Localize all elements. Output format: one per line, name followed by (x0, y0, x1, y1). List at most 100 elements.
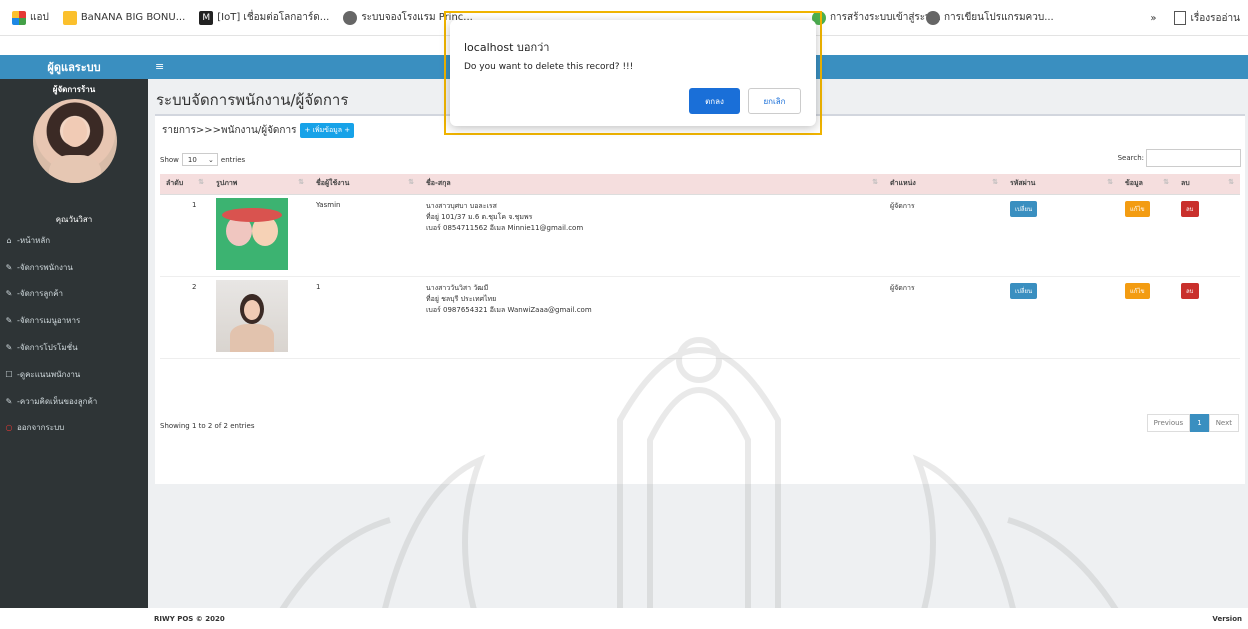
footer-version: Version (1212, 614, 1242, 623)
sidebar-item-customer-feedback[interactable]: ✎ -ความคิดเห็นของลูกค้า (0, 388, 148, 415)
edit-icon: ✎ (5, 396, 13, 406)
sidebar-item-label: -จัดการพนักงาน (17, 262, 73, 272)
pagination-next[interactable]: Next (1208, 414, 1239, 432)
bookmarks-right: » เรื่องรออ่าน (1150, 0, 1240, 36)
column-header-label: ชื่อ-สกุล (426, 179, 451, 188)
sidebar-role: ผู้จัดการร้าน (52, 85, 96, 94)
page-length-value: 10 (187, 155, 197, 164)
sort-icon: ⇅ (298, 178, 304, 187)
ok-button[interactable]: ตกลง (689, 88, 740, 114)
edit-icon: ✎ (5, 262, 13, 272)
sidebar-item-label: -หน้าหลัก (17, 235, 51, 245)
column-header[interactable]: ข้อมูล ⇅ (1119, 174, 1175, 195)
sidebar-item-promotions[interactable]: ✎ -จัดการโปรโมชั่น (0, 334, 148, 361)
search-input[interactable] (1146, 149, 1241, 167)
fullname-cell: นางสาวบุศบา บอละเรส ที่อยู่ 101/37 ม.6 ต… (420, 194, 884, 277)
sidebar-item-label: -จัดการเมนูอาหาร (17, 316, 81, 326)
column-header[interactable]: รหัสผ่าน ⇅ (1004, 174, 1119, 195)
m-logo-icon: M (199, 10, 214, 25)
search-label: Search: (1117, 154, 1144, 162)
column-header[interactable]: ลำดับ ⇅ (160, 174, 210, 195)
sidebar-item-label: -ความคิดเห็นของลูกค้า (17, 396, 98, 406)
username-cell: 1 (310, 276, 420, 359)
column-header-label: รหัสผ่าน (1010, 179, 1036, 188)
profile-photo (216, 197, 288, 270)
edit-icon: ✎ (5, 316, 13, 326)
pagination: Previous 1 Next (1146, 414, 1239, 432)
column-header-label: ลบ (1181, 179, 1190, 188)
sort-icon: ⇅ (408, 178, 414, 187)
sidebar-item-employee-scores[interactable]: ☐ -ดูคะแนนพนักงาน (0, 361, 148, 388)
edit-button[interactable]: แก้ไข (1125, 282, 1150, 299)
sidebar-item-employees[interactable]: ✎ -จัดการพนักงาน (0, 254, 148, 281)
column-header[interactable]: รูปภาพ ⇅ (210, 174, 310, 195)
breadcrumb-text: รายการ>>>พนักงาน/ผู้จัดการ (162, 125, 297, 136)
pagination-page[interactable]: 1 (1190, 414, 1209, 432)
edit-icon: ✎ (5, 343, 13, 353)
delete-cell: ลบ (1175, 276, 1240, 359)
brand-title: ผู้ดูแลระบบ (0, 55, 148, 79)
column-header-label: ข้อมูล (1125, 179, 1143, 188)
column-header-label: ลำดับ (166, 179, 184, 188)
address-text: ที่อยู่ ชลบุรี ประเทศไทย (426, 294, 497, 303)
column-header-label: ตำแหน่ง (890, 179, 916, 188)
menu-toggle-icon[interactable]: ≡ (155, 60, 164, 73)
pagination-previous[interactable]: Previous (1146, 414, 1191, 432)
column-header[interactable]: ชื่อผู้ใช้งาน ⇅ (310, 174, 420, 195)
fullname-text: นางสาววันวิสา วัฒมี (426, 283, 489, 292)
change-password-button[interactable]: เปลี่ยน (1010, 200, 1038, 217)
bookmark-apps[interactable]: แอป (12, 10, 49, 25)
sidebar: ผู้จัดการร้าน คุณวันวิสา ⌂ -หน้าหลัก ✎ -จั… (0, 79, 148, 608)
table-header-row: ลำดับ ⇅ รูปภาพ ⇅ ชื่อผู้ใช้งาน ⇅ ชื่อ-สกุล ⇅… (160, 174, 1240, 195)
delete-button[interactable]: ลบ (1181, 200, 1199, 217)
bookmark-banana[interactable]: BaNANA BIG BONU... (62, 10, 185, 25)
column-header[interactable]: ตำแหน่ง ⇅ (884, 174, 1004, 195)
cancel-button[interactable]: ยกเลิก (748, 88, 801, 114)
entries-label: entries (220, 155, 246, 164)
chevron-down-icon: ⌄ (208, 155, 214, 164)
fullname-text: นางสาวบุศบา บอละเรส (426, 201, 497, 210)
globe-icon (926, 10, 940, 25)
checkbox-icon: ☐ (5, 369, 13, 379)
delete-cell: ลบ (1175, 194, 1240, 277)
change-password-button[interactable]: เปลี่ยน (1010, 282, 1038, 299)
edit-icon: ✎ (5, 289, 13, 299)
dialog-message: Do you want to delete this record? !!! (464, 62, 634, 72)
page-length-select[interactable]: 10 ⌄ (181, 153, 218, 166)
photo-cell (210, 276, 310, 359)
bookmark-programming[interactable]: การเขียนโปรแกรมควบ... (926, 10, 1054, 25)
sidebar-item-customers[interactable]: ✎ -จัดการลูกค้า (0, 281, 148, 308)
reading-list-icon (1174, 11, 1187, 25)
column-header[interactable]: ชื่อ-สกุล ⇅ (420, 174, 884, 195)
table-row: 1 Yasmin นางสาวบุศบา บอละเรส ที่อยู่ 101… (160, 194, 1240, 277)
row-number: 2 (160, 276, 210, 359)
home-icon: ⌂ (6, 235, 12, 245)
sidebar-item-logout[interactable]: ○ ออกจากระบบ (0, 415, 148, 442)
edit-button[interactable]: แก้ไข (1125, 200, 1150, 217)
power-icon: ○ (5, 423, 13, 433)
sort-icon: ⇅ (1163, 178, 1169, 187)
apps-grid-icon (12, 10, 26, 25)
username-cell: Yasmin (310, 194, 420, 277)
confirm-dialog: localhost บอกว่า Do you want to delete t… (450, 20, 816, 126)
bookmark-label: การเขียนโปรแกรมควบ... (944, 12, 1054, 23)
page-length: Show 10 ⌄ entries (160, 153, 245, 166)
password-cell: เปลี่ยน (1004, 276, 1119, 359)
photo-cell (210, 194, 310, 277)
more-bookmarks-button[interactable]: » (1150, 13, 1156, 24)
globe-icon (343, 10, 358, 25)
reading-list-button[interactable]: เรื่องรออ่าน (1190, 11, 1240, 26)
delete-button[interactable]: ลบ (1181, 282, 1199, 299)
sidebar-menu: ⌂ -หน้าหลัก ✎ -จัดการพนักงาน ✎ -จัดการลูกค้… (0, 227, 148, 441)
column-header-label: รูปภาพ (216, 179, 238, 188)
column-header[interactable]: ลบ ⇅ (1175, 174, 1240, 195)
page-title: ระบบจัดการพนักงาน/ผู้จัดการ (156, 91, 349, 109)
bookmark-login[interactable]: การสร้างระบบเข้าสู่ระบ... (812, 10, 941, 25)
bookmark-iot[interactable]: M [IoT] เชื่อมต่อโลกอาร์ด... (199, 10, 329, 25)
sort-icon: ⇅ (198, 178, 204, 187)
add-record-button[interactable]: + เพิ่มข้อมูล + (300, 123, 355, 138)
column-header-label: ชื่อผู้ใช้งาน (316, 179, 350, 188)
profile-photo (216, 279, 288, 352)
sidebar-item-food-menu[interactable]: ✎ -จัดการเมนูอาหาร (0, 307, 148, 334)
sidebar-item-home[interactable]: ⌂ -หน้าหลัก (0, 227, 148, 254)
